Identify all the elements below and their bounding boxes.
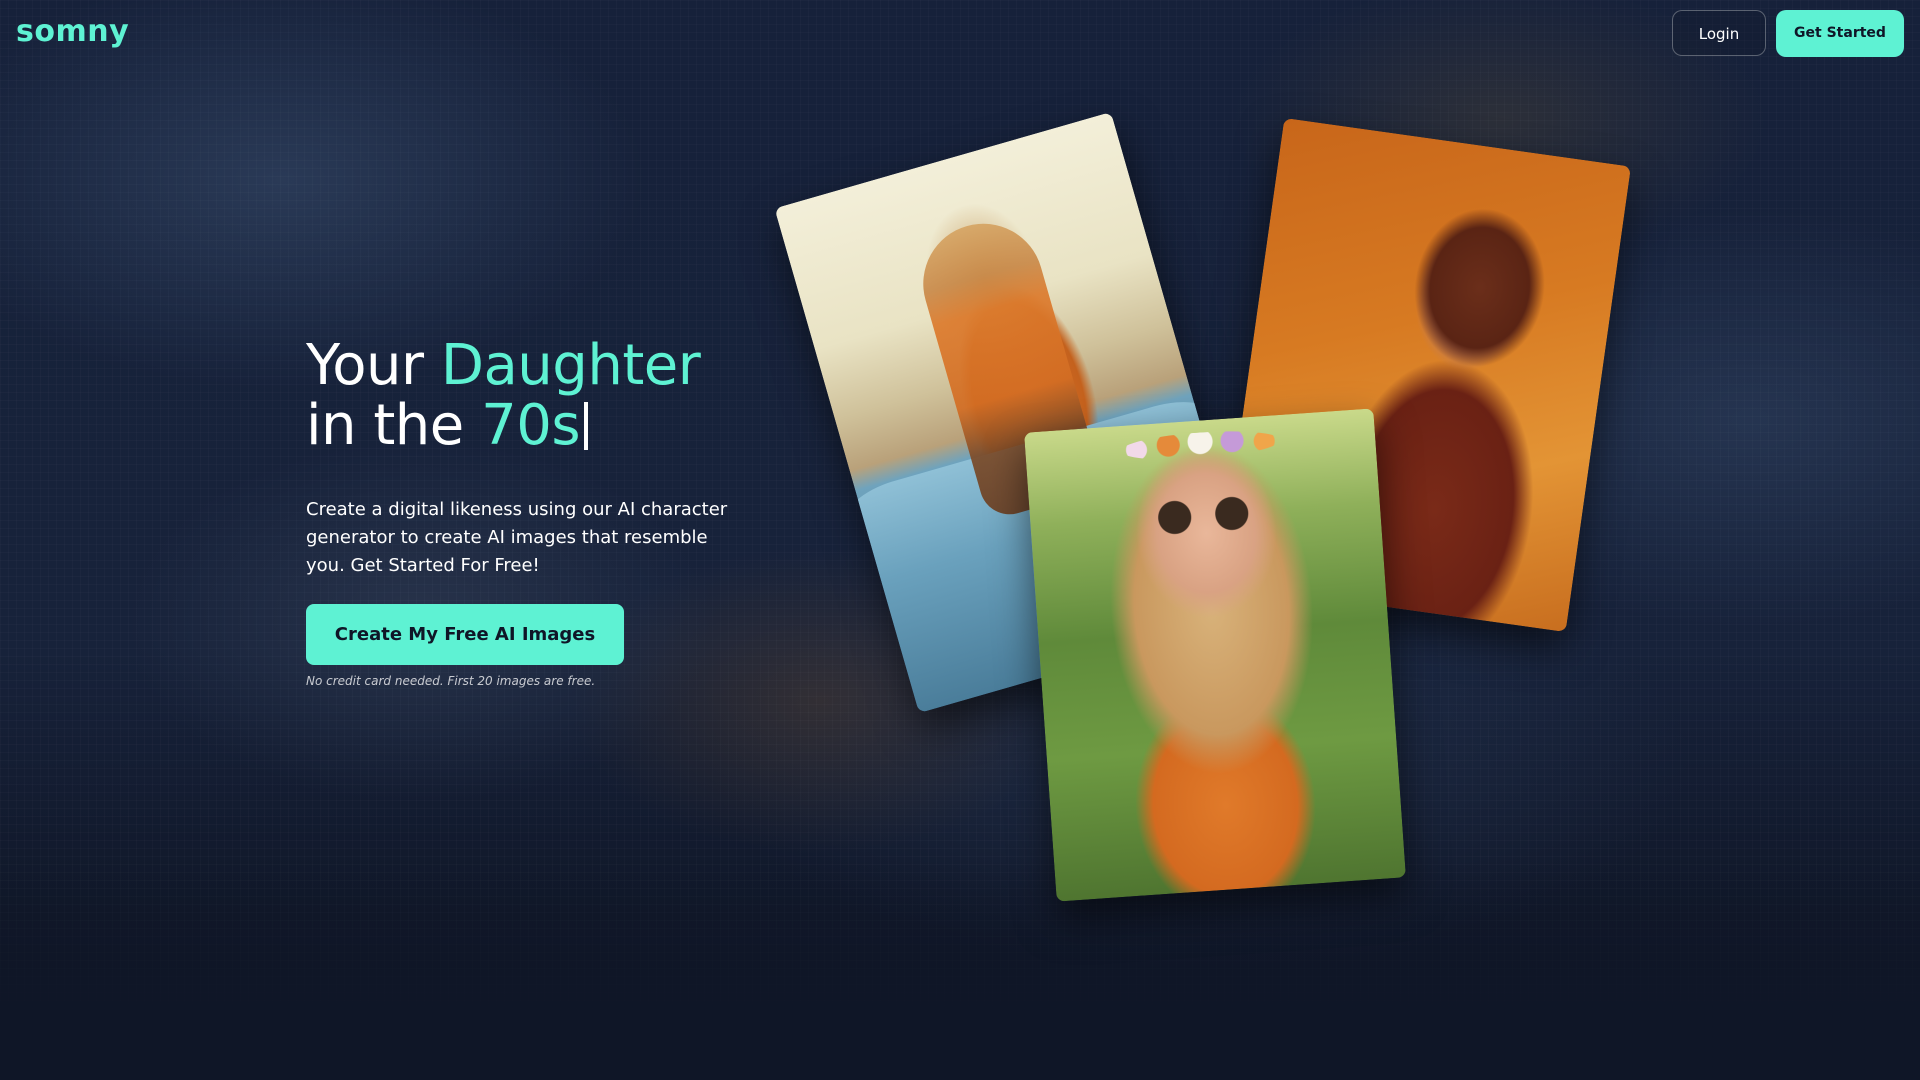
hero-title-line1-prefix: Your: [306, 333, 424, 398]
hero-description: Create a digital likeness using our AI c…: [306, 499, 728, 576]
photo-girl-flower-crown-field: [1024, 408, 1406, 902]
hero-title-line2-prefix: in the: [306, 393, 464, 458]
bottom-fade: [0, 860, 1920, 1080]
get-started-button[interactable]: Get Started: [1776, 10, 1904, 57]
hero-title: Your Daughter in the 70s: [306, 333, 701, 458]
sunglasses: [1147, 494, 1260, 537]
login-button[interactable]: Login: [1672, 10, 1766, 56]
cta-note: No credit card needed. First 20 images a…: [306, 674, 596, 688]
create-free-images-button[interactable]: Create My Free AI Images: [306, 604, 624, 665]
hero-title-line2-accent: 70s: [481, 393, 581, 458]
logo[interactable]: somny: [16, 14, 129, 49]
flower-crown: [1119, 426, 1282, 465]
hero-title-line1-accent: Daughter: [440, 333, 701, 398]
typing-cursor: [584, 402, 589, 450]
landing-page: somny Login Get Started Your Daughter in…: [0, 0, 1920, 1080]
